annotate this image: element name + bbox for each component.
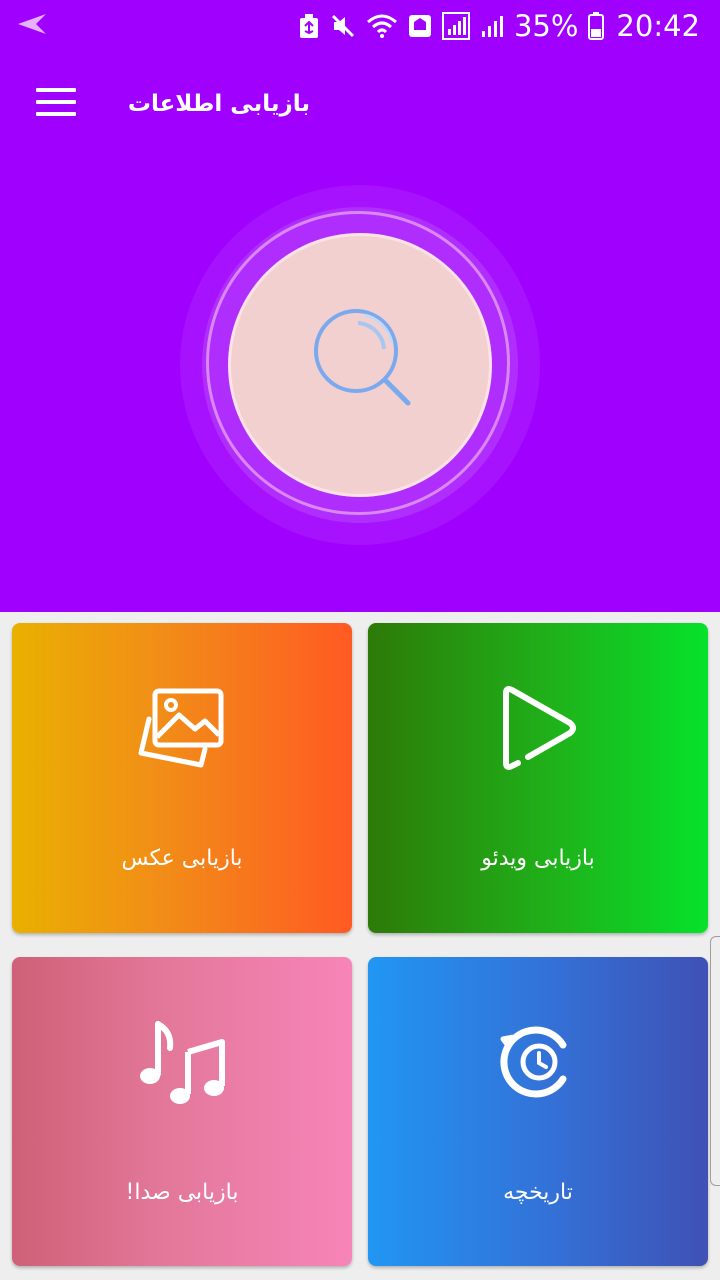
history-label: تاریخچه [503,1180,573,1205]
header-area: 35% 20:42 بازیابی اطلاعات [0,0,720,612]
battery-percent: 35% [513,9,579,43]
signal-sim1-icon [441,12,470,40]
mute-icon [330,13,356,39]
wifi-icon [366,13,398,39]
photo-recovery-card[interactable]: بازیابی عکس [12,623,352,933]
battery-icon [588,12,605,40]
magnifier-search-icon [308,303,418,417]
audio-recovery-card[interactable]: بازیابی صدا! [12,957,352,1266]
photo-recovery-label: بازیابی عکس [121,846,243,871]
back-arrow-icon[interactable] [16,12,48,40]
status-icons: 35% 20:42 [298,6,700,46]
side-scroll-indicator[interactable] [710,936,720,1186]
history-card[interactable]: تاریخچه [368,957,708,1266]
music-notes-icon [12,1012,352,1112]
status-time: 20:42 [616,9,700,43]
hamburger-menu-icon[interactable] [36,88,76,120]
app-title: بازیابی اطلاعات [127,91,310,117]
recycle-notification-icon [298,13,320,39]
audio-recovery-label: بازیابی صدا! [125,1180,239,1205]
scan-button[interactable] [180,185,540,545]
play-icon [368,678,708,778]
history-clock-icon [368,1012,708,1112]
app-bar: بازیابی اطلاعات [0,68,720,140]
nfc-icon [408,14,432,38]
photo-gallery-icon [12,678,352,778]
signal-sim2-icon [480,13,504,39]
video-recovery-label: بازیابی ویدئو [481,846,595,871]
video-recovery-card[interactable]: بازیابی ویدئو [368,623,708,933]
status-bar: 35% 20:42 [0,0,720,50]
